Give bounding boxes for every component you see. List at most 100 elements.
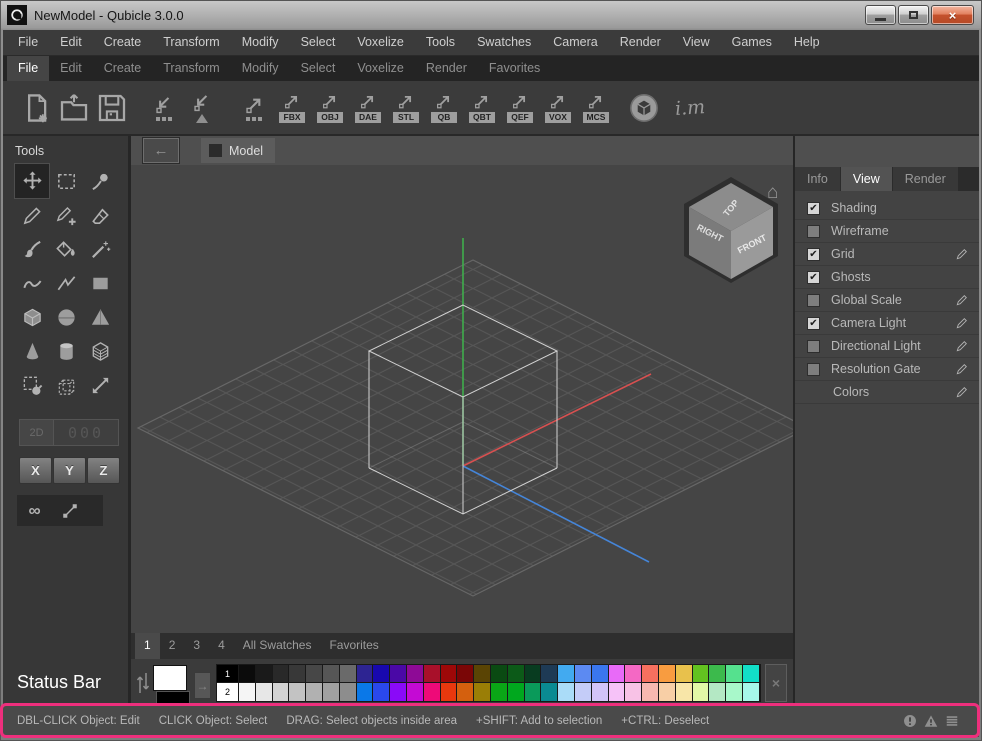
tool-scale[interactable]: [83, 368, 117, 402]
sketchfab-upload-button[interactable]: [625, 86, 663, 130]
swatch-cell[interactable]: [373, 683, 390, 701]
swatch-tab-1[interactable]: 1: [135, 633, 160, 659]
swatch-cell[interactable]: [659, 665, 676, 683]
checkbox-wireframe[interactable]: [807, 225, 820, 238]
swatch-cell[interactable]: [558, 683, 575, 701]
swatch-cell[interactable]: [726, 683, 743, 701]
edit-pencil-icon[interactable]: [955, 339, 969, 353]
checkbox-directional-light[interactable]: [807, 340, 820, 353]
swatch-cell[interactable]: [575, 683, 592, 701]
export-stl-button[interactable]: STL: [387, 86, 425, 130]
swatch-cell[interactable]: [306, 683, 323, 701]
swatch-cell[interactable]: [625, 683, 642, 701]
tool-rectangle[interactable]: [83, 266, 117, 300]
menu-camera[interactable]: Camera: [542, 30, 608, 55]
tool-brush[interactable]: [15, 232, 49, 266]
export-qbt-button[interactable]: QBT: [463, 86, 501, 130]
checkbox-resolution-gate[interactable]: [807, 363, 820, 376]
menu-swatches[interactable]: Swatches: [466, 30, 542, 55]
save-button[interactable]: [93, 86, 131, 130]
checkbox-global-scale[interactable]: [807, 294, 820, 307]
swatch-cell[interactable]: [726, 665, 743, 683]
tool-sphere[interactable]: [49, 300, 83, 334]
edit-pencil-icon[interactable]: [955, 362, 969, 376]
swatch-cell[interactable]: [390, 683, 407, 701]
swatch-cell[interactable]: [474, 665, 491, 683]
warnings-icon[interactable]: [924, 714, 938, 728]
swatch-cell[interactable]: [743, 665, 760, 683]
ribbon-tab-render[interactable]: Render: [415, 56, 478, 81]
swatch-cell[interactable]: [541, 683, 558, 701]
axis-y-button[interactable]: Y: [53, 457, 86, 484]
ribbon-tab-file[interactable]: File: [7, 56, 49, 81]
menu-help[interactable]: Help: [783, 30, 831, 55]
swatch-cell[interactable]: [407, 683, 424, 701]
swatch-cell[interactable]: [390, 665, 407, 683]
export-vox-button[interactable]: VOX: [539, 86, 577, 130]
menu-select[interactable]: Select: [290, 30, 347, 55]
swatch-cell[interactable]: [239, 665, 256, 683]
swatch-cell[interactable]: [474, 683, 491, 701]
swatch-cell[interactable]: [357, 683, 374, 701]
tool-eraser[interactable]: [83, 198, 117, 232]
export-obj-button[interactable]: OBJ: [311, 86, 349, 130]
tool-line[interactable]: [49, 266, 83, 300]
swatch-cell[interactable]: [457, 683, 474, 701]
swatch-cell[interactable]: [676, 683, 693, 701]
export-dae-button[interactable]: DAE: [349, 86, 387, 130]
swatch-cell[interactable]: [407, 665, 424, 683]
swatch-cell[interactable]: [491, 665, 508, 683]
log-icon[interactable]: [945, 714, 959, 728]
swatch-cell[interactable]: [693, 665, 710, 683]
swatch-cell[interactable]: [642, 665, 659, 683]
tool-pencil[interactable]: [15, 198, 49, 232]
2d-mode-button[interactable]: 2D: [20, 420, 54, 445]
swatch-tab-3[interactable]: 3: [184, 633, 209, 659]
tab-info[interactable]: Info: [795, 167, 840, 191]
ribbon-tab-favorites[interactable]: Favorites: [478, 56, 551, 81]
mirror-mode-button[interactable]: ∞: [17, 495, 52, 526]
swatch-cell[interactable]: [609, 683, 626, 701]
swatch-cell[interactable]: [659, 683, 676, 701]
swatch-cell[interactable]: [424, 665, 441, 683]
tool-pencil-add[interactable]: [49, 198, 83, 232]
export-mcs-button[interactable]: MCS: [577, 86, 615, 130]
swatch-cell[interactable]: [693, 683, 710, 701]
imaterialise-button[interactable]: i.m: [674, 95, 706, 119]
swatch-cell[interactable]: [743, 683, 760, 701]
menu-tools[interactable]: Tools: [415, 30, 466, 55]
back-button[interactable]: ←: [143, 138, 179, 163]
menu-modify[interactable]: Modify: [231, 30, 290, 55]
swatch-cell[interactable]: [273, 683, 290, 701]
menu-create[interactable]: Create: [93, 30, 153, 55]
tool-magic-wand[interactable]: [83, 232, 117, 266]
tool-extrude[interactable]: [83, 334, 117, 368]
tool-wire-box[interactable]: [49, 368, 83, 402]
viewport-canvas[interactable]: TOP RIGHT FRONT ⌂: [131, 165, 793, 633]
swatch-cell[interactable]: [441, 665, 458, 683]
swatch-tab-all-swatches[interactable]: All Swatches: [234, 633, 321, 659]
swatch-cell[interactable]: [256, 665, 273, 683]
swatch-cell[interactable]: [373, 665, 390, 683]
export-qef-button[interactable]: QEF: [501, 86, 539, 130]
tool-box[interactable]: [15, 300, 49, 334]
swatch-tab-favorites[interactable]: Favorites: [320, 633, 387, 659]
checkbox-grid[interactable]: ✔: [807, 248, 820, 261]
tool-pyramid[interactable]: [83, 300, 117, 334]
minimize-button[interactable]: [865, 5, 896, 25]
edit-pencil-icon[interactable]: [955, 293, 969, 307]
tab-render[interactable]: Render: [893, 167, 958, 191]
remove-swatch-button[interactable]: ×: [765, 664, 787, 702]
swatch-cell[interactable]: [256, 683, 273, 701]
swatch-cell[interactable]: [323, 683, 340, 701]
swatch-cell[interactable]: [592, 665, 609, 683]
ribbon-tab-create[interactable]: Create: [93, 56, 153, 81]
menu-edit[interactable]: Edit: [49, 30, 93, 55]
edit-pencil-icon[interactable]: [955, 385, 969, 399]
line-mode-button[interactable]: [52, 495, 87, 526]
swatch-cell[interactable]: [289, 683, 306, 701]
export-button[interactable]: [235, 86, 273, 130]
tool-color-picker[interactable]: [83, 164, 117, 198]
secondary-color-swatch[interactable]: [156, 691, 190, 704]
swatch-cell[interactable]: [424, 683, 441, 701]
